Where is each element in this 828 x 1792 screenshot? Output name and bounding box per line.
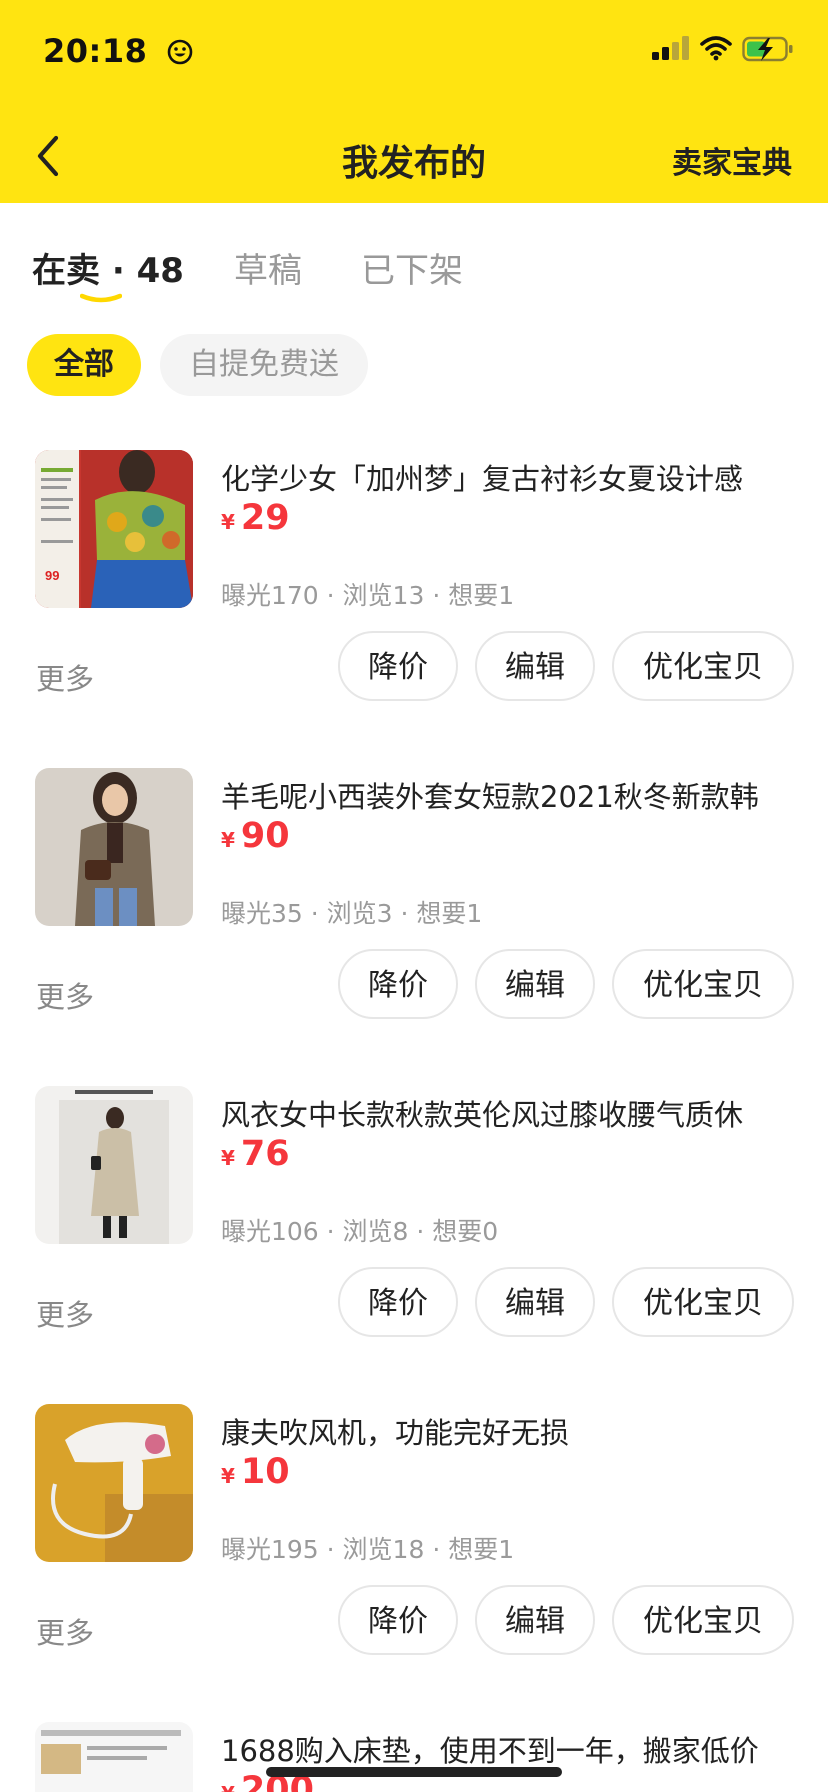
filter-chips: 全部 自提免费送 [0,334,828,398]
edit-button[interactable]: 编辑 [475,1267,595,1337]
item-stats: 曝光170 · 浏览13 · 想要1 [221,581,515,610]
home-indicator[interactable] [266,1767,562,1777]
item-thumbnail[interactable]: 99 [35,450,193,608]
edit-button[interactable]: 编辑 [475,1585,595,1655]
optimize-item-button[interactable]: 优化宝贝 [612,1267,794,1337]
item-title[interactable]: 化学少女「加州梦」复古衬衫女夏设计感 [221,456,801,498]
tab-bar: 在卖 · 48 草稿 已下架 [0,203,828,323]
tab-delisted[interactable]: 已下架 [361,243,463,292]
item-title[interactable]: 1688购入床垫，使用不到一年，搬家低价 [221,1728,801,1770]
optimize-item-button[interactable]: 优化宝贝 [612,631,794,701]
item-title[interactable]: 风衣女中长款秋款英伦风过膝收腰气质休 [221,1092,801,1134]
item-stats: 曝光106 · 浏览8 · 想要0 [221,1217,499,1246]
item-title[interactable]: 康夫吹风机，功能完好无损 [221,1410,801,1452]
item-thumbnail[interactable] [35,1086,193,1244]
status-time: 20:18 [43,32,193,70]
reduce-price-button[interactable]: 降价 [338,1267,458,1337]
listing-item[interactable]: 康夫吹风机，功能完好无损 ¥10 曝光195 · 浏览18 · 想要1 更多 降… [0,1404,828,1722]
listing-item[interactable]: 风衣女中长款秋款英伦风过膝收腰气质休 ¥76 曝光106 · 浏览8 · 想要0… [0,1086,828,1404]
item-price: ¥10 [221,1452,290,1492]
filter-free-pickup[interactable]: 自提免费送 [160,334,368,396]
svg-text:99: 99 [45,568,59,583]
more-button[interactable]: 更多 [36,1292,94,1334]
status-bar: 20:18 [0,0,828,100]
item-thumbnail[interactable] [35,1404,193,1562]
item-stats: 曝光195 · 浏览18 · 想要1 [221,1535,515,1564]
tab-on-sale[interactable]: 在卖 · 48 [32,243,184,292]
smiley-icon [167,39,193,65]
optimize-item-button[interactable]: 优化宝贝 [612,949,794,1019]
item-price: ¥76 [221,1134,290,1174]
reduce-price-button[interactable]: 降价 [338,1585,458,1655]
more-button[interactable]: 更多 [36,974,94,1016]
reduce-price-button[interactable]: 降价 [338,631,458,701]
edit-button[interactable]: 编辑 [475,631,595,701]
more-button[interactable]: 更多 [36,1610,94,1652]
listing-item[interactable]: 羊毛呢小西装外套女短款2021秋冬新款韩 ¥90 曝光35 · 浏览3 · 想要… [0,768,828,1086]
wifi-icon [700,36,732,61]
time-text: 20:18 [43,32,148,70]
item-price: ¥29 [221,498,290,538]
battery-charging-icon [742,36,793,62]
item-thumbnail[interactable] [35,1722,193,1792]
optimize-item-button[interactable]: 优化宝贝 [612,1585,794,1655]
listing-item[interactable]: 99 化学少女「加州梦」复古衬衫女夏设计感 ¥29 曝光170 · 浏览13 ·… [0,450,828,768]
more-button[interactable]: 更多 [36,656,94,698]
cellular-signal-icon [652,36,689,60]
reduce-price-button[interactable]: 降价 [338,949,458,1019]
item-title[interactable]: 羊毛呢小西装外套女短款2021秋冬新款韩 [221,774,801,816]
filter-all[interactable]: 全部 [27,334,141,396]
item-thumbnail[interactable] [35,768,193,926]
header-bar: 20:18 我发布的 卖家宝典 [0,0,828,203]
seller-guide-link[interactable]: 卖家宝典 [672,138,792,182]
tab-drafts[interactable]: 草稿 [234,243,302,292]
item-stats: 曝光35 · 浏览3 · 想要1 [221,899,483,928]
edit-button[interactable]: 编辑 [475,949,595,1019]
active-tab-indicator [80,293,122,303]
item-price: ¥90 [221,816,290,856]
listing-item[interactable]: 1688购入床垫，使用不到一年，搬家低价 ¥200 [0,1722,828,1792]
